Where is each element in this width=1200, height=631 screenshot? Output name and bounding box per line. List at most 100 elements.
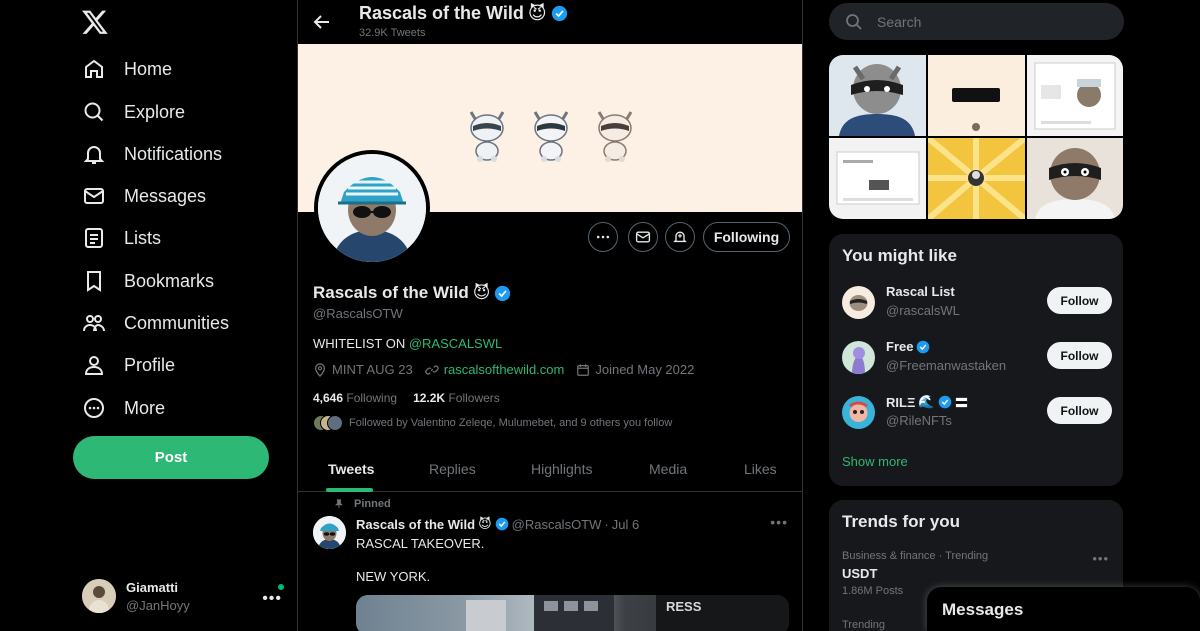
back-arrow-icon[interactable]: [312, 12, 332, 32]
avatar: [842, 396, 875, 429]
you-might-like-card: You might like Rascal List @rascalsWL Fo…: [829, 234, 1123, 486]
profile-header-bar: Rascals of the Wild 😈 32.9K Tweets: [298, 0, 802, 44]
nav-more[interactable]: More: [82, 392, 165, 424]
profile-picture[interactable]: [314, 150, 430, 266]
gallery-image[interactable]: [1027, 55, 1123, 136]
suggestion-handle: @Freemanwastaken: [886, 358, 1007, 373]
nav-bookmarks[interactable]: Bookmarks: [82, 265, 214, 297]
avatar: [82, 579, 116, 613]
calendar-icon: [576, 363, 590, 377]
nav-label: Notifications: [124, 143, 223, 164]
raccoon-banner-art: [463, 106, 511, 162]
messages-drawer[interactable]: Messages: [927, 587, 1200, 631]
tab-highlights[interactable]: Highlights: [531, 461, 592, 477]
nav-label: Lists: [124, 227, 162, 248]
devil-emoji: 😈: [472, 283, 491, 302]
devil-emoji: 😈: [478, 516, 492, 531]
pinned-text: Pinned: [354, 498, 391, 510]
profile-meta: MINT AUG 23 rascalsofthewild.com Joined …: [313, 362, 694, 377]
header-title: Rascals of the Wild 😈: [359, 3, 568, 24]
joined-item: Joined May 2022: [576, 362, 694, 377]
bio-mention-link[interactable]: @RASCALSWL: [409, 336, 502, 351]
post-button[interactable]: Post: [73, 436, 269, 479]
message-button[interactable]: [628, 222, 658, 252]
card-title: You might like: [842, 246, 957, 265]
tweet-media-image[interactable]: RESS: [356, 595, 789, 631]
joined-text: Joined May 2022: [595, 362, 695, 377]
more-horizontal-icon[interactable]: •••: [262, 590, 282, 608]
tab-replies[interactable]: Replies: [429, 461, 476, 477]
profile-name-text: Rascals of the Wild: [313, 283, 469, 302]
more-options-button[interactable]: [588, 222, 618, 252]
x-logo-icon[interactable]: [81, 8, 109, 36]
avatar: [842, 341, 875, 374]
nav-home[interactable]: Home: [82, 53, 172, 85]
account-switcher[interactable]: Giamatti @JanHoyy •••: [82, 577, 286, 615]
raccoon-banner-art: [527, 106, 575, 162]
followed-by[interactable]: Followed by Valentino Zeleqe, Mulumebet,…: [313, 415, 672, 431]
avatar: [327, 415, 343, 431]
pinned-label: Pinned: [334, 498, 391, 510]
search-input[interactable]: [877, 13, 1097, 30]
search-box[interactable]: [829, 3, 1124, 40]
followers-label: Followers: [448, 391, 500, 405]
trend-meta: Business & finance · Trending: [842, 550, 989, 562]
followers-count: 12.2K: [413, 391, 446, 405]
following-button[interactable]: Following: [703, 222, 790, 252]
following-count: 4,646: [313, 391, 344, 405]
verified-badge-icon: [495, 517, 509, 531]
verified-badge-icon: [494, 285, 511, 302]
tweet-text-line: RASCAL TAKEOVER.: [356, 536, 485, 551]
bookmark-icon: [82, 269, 106, 293]
suggestion-row[interactable]: RILΞ 🌊 @RileNFTs Follow: [842, 393, 1112, 433]
suggestion-row[interactable]: Free @Freemanwastaken Follow: [842, 338, 1112, 378]
nav-notifications[interactable]: Notifications: [82, 138, 222, 170]
pinned-tweet[interactable]: Pinned Rascals of the Wild 😈 @RascalsOTW…: [298, 492, 802, 631]
avatar: [842, 286, 875, 319]
trend-more-icon[interactable]: •••: [1092, 551, 1109, 566]
flag-icon: [955, 396, 968, 409]
notify-button[interactable]: [665, 222, 695, 252]
suggestion-row[interactable]: Rascal List @rascalsWL Follow: [842, 283, 1112, 323]
nav-communities[interactable]: Communities: [82, 307, 229, 339]
nav-profile[interactable]: Profile: [82, 349, 175, 381]
avatar[interactable]: [313, 516, 346, 549]
suggestion-name-text: RILΞ: [886, 394, 916, 410]
follow-stats: 4,646 Following 12.2K Followers: [313, 391, 500, 405]
tweet-handle[interactable]: @RascalsOTW: [512, 517, 602, 532]
tab-media[interactable]: Media: [649, 461, 687, 477]
follow-button[interactable]: Follow: [1047, 342, 1112, 369]
gallery-image[interactable]: [829, 55, 926, 136]
gallery-image[interactable]: [829, 138, 926, 219]
follow-button[interactable]: Follow: [1047, 287, 1112, 314]
header-title-text: Rascals of the Wild: [359, 3, 524, 23]
left-navigation: Home Explore Notifications Messages List…: [0, 0, 297, 631]
nav-lists[interactable]: Lists: [82, 222, 161, 254]
tab-tweets[interactable]: Tweets: [328, 461, 374, 477]
profile-name: Rascals of the Wild 😈: [313, 283, 511, 303]
nav-label: Communities: [124, 312, 230, 333]
tweet-text-line: NEW YORK.: [356, 569, 431, 584]
following-link[interactable]: 4,646 Following: [313, 391, 397, 405]
location-text: MINT AUG 23: [332, 362, 413, 377]
suggestion-name-text: Rascal List: [886, 284, 955, 299]
gallery-image[interactable]: [928, 55, 1025, 136]
follow-button[interactable]: Follow: [1047, 397, 1112, 424]
follower-avatars: [313, 415, 343, 431]
website-link[interactable]: rascalsofthewild.com: [444, 362, 565, 377]
people-icon: [82, 311, 106, 335]
gallery-image[interactable]: [1027, 138, 1123, 219]
bell-plus-icon: [672, 229, 688, 245]
nav-explore[interactable]: Explore: [82, 96, 185, 128]
website-item: rascalsofthewild.com: [424, 362, 565, 377]
gallery-image[interactable]: [928, 138, 1025, 219]
tweet-more-icon[interactable]: •••: [770, 514, 788, 530]
followers-link[interactable]: 12.2K Followers: [413, 391, 500, 405]
home-icon: [82, 57, 106, 81]
nav-label: Explore: [124, 101, 186, 122]
tweet-date[interactable]: Jul 6: [612, 517, 639, 532]
tab-likes[interactable]: Likes: [744, 461, 777, 477]
nav-messages[interactable]: Messages: [82, 180, 206, 212]
tweet-author[interactable]: Rascals of the Wild: [356, 517, 475, 532]
show-more-link[interactable]: Show more: [842, 454, 908, 469]
